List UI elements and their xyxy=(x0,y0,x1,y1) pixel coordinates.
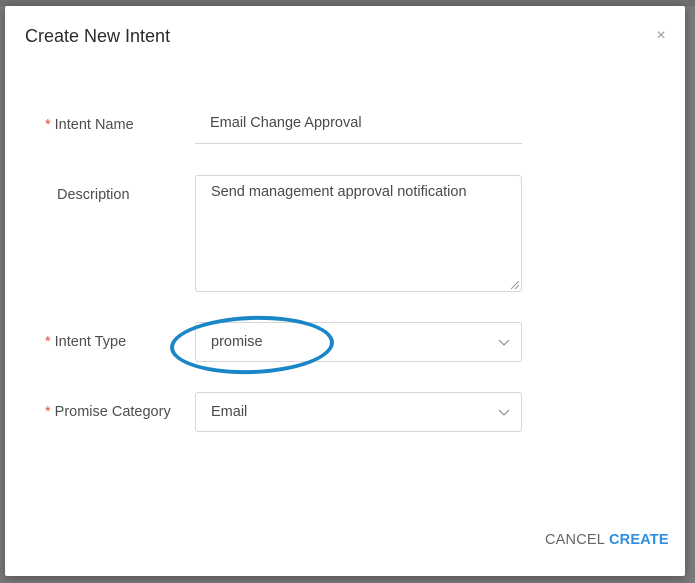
required-marker: * xyxy=(45,404,51,420)
annotation-highlight-ellipse xyxy=(169,313,335,377)
promise-category-select[interactable]: Email xyxy=(195,392,522,432)
create-button[interactable]: CREATE xyxy=(609,532,669,548)
intent-name-input[interactable]: Email Change Approval xyxy=(195,104,522,144)
description-textarea[interactable]: Send management approval notification xyxy=(195,175,522,292)
dialog-title: Create New Intent xyxy=(25,26,171,46)
intent-type-label: * Intent Type xyxy=(45,334,127,350)
resize-handle-icon[interactable] xyxy=(511,281,519,289)
required-marker: * xyxy=(45,117,51,133)
intent-name-label: * Intent Name xyxy=(45,117,134,133)
description-label: Description xyxy=(57,187,130,203)
chevron-down-icon xyxy=(498,339,510,346)
description-value: Send management approval notification xyxy=(211,184,467,200)
intent-name-value: Email Change Approval xyxy=(210,115,362,131)
create-intent-dialog: Create New Intent × * Intent Name Email C… xyxy=(5,6,685,576)
promise-category-label: * Promise Category xyxy=(45,404,171,420)
promise-category-value: Email xyxy=(211,404,248,420)
required-marker: * xyxy=(45,334,51,350)
cancel-button[interactable]: CANCEL xyxy=(545,532,605,548)
chevron-down-icon xyxy=(498,409,510,416)
close-icon[interactable]: × xyxy=(653,28,669,44)
